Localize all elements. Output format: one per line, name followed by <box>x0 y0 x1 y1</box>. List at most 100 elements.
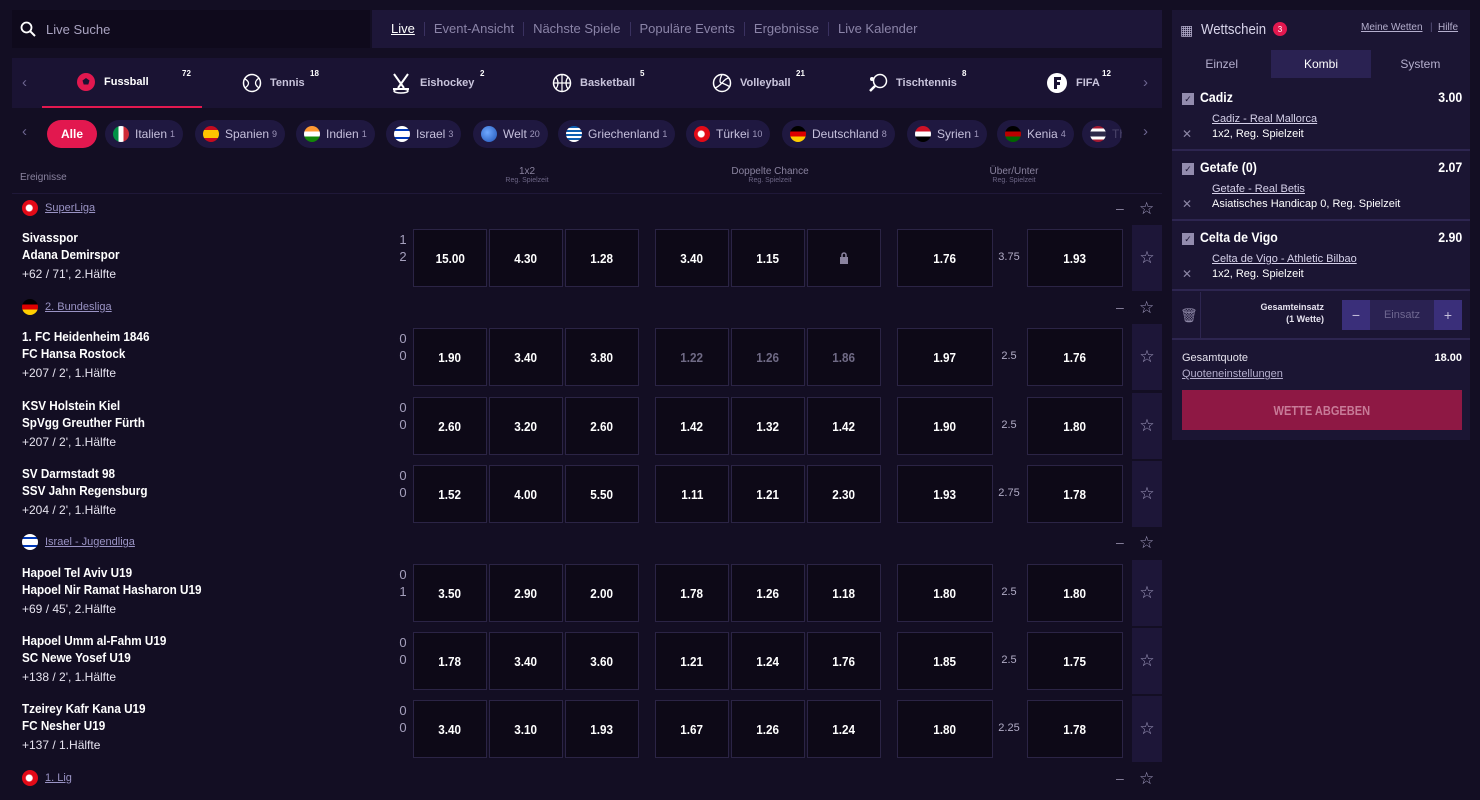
country-chip-italien[interactable]: Italien 1 <box>105 120 184 148</box>
nav-live[interactable]: Live <box>382 22 425 36</box>
event-row[interactable]: Tzeirey Kafr Kana U19 FC Nesher U19 +137 /… <box>12 700 1132 760</box>
country-chip-indien[interactable]: Indien 1 <box>296 120 375 148</box>
league-header[interactable]: 1. Lig – <box>12 763 1162 793</box>
tab-einzel[interactable]: Einzel <box>1172 50 1271 78</box>
country-chip-kenia[interactable]: Kenia 4 <box>997 120 1074 148</box>
odds-button[interactable]: 15.00 <box>413 229 487 287</box>
odds-button[interactable]: 1.15 <box>731 229 805 287</box>
odds-button[interactable]: 1.26 <box>731 564 805 622</box>
odds-button[interactable]: 1.93 <box>897 465 993 523</box>
odds-button[interactable]: 1.90 <box>897 397 993 455</box>
tab-kombi[interactable]: Kombi <box>1271 50 1371 78</box>
match-link[interactable]: Cadiz - Real Mallorca <box>1212 113 1317 125</box>
country-chip-tuerkei[interactable]: Türkei 10 <box>686 120 771 148</box>
stake-input[interactable]: Einsatz <box>1370 300 1434 330</box>
odds-button[interactable]: 1.76 <box>1027 328 1123 386</box>
odds-button[interactable]: 1.93 <box>565 700 639 758</box>
clear-slip-icon[interactable]: 🗑 <box>1180 307 1198 324</box>
help-link[interactable]: Hilfe <box>1438 22 1458 33</box>
odds-button[interactable]: 1.18 <box>807 564 881 622</box>
checkbox-checked-icon[interactable]: ✓ <box>1182 163 1194 175</box>
odds-button[interactable]: 1.80 <box>897 700 993 758</box>
odds-button[interactable]: 1.76 <box>897 229 993 287</box>
country-chip-syrien[interactable]: Syrien 1 <box>907 120 988 148</box>
odds-button[interactable]: 3.80 <box>565 328 639 386</box>
odds-button[interactable]: 4.00 <box>489 465 563 523</box>
event-row[interactable]: SV Darmstadt 98 SSV Jahn Regensburg +204 /… <box>12 465 1132 525</box>
odds-button[interactable]: 1.42 <box>807 397 881 455</box>
match-link[interactable]: Celta de Vigo - Athletic Bilbao <box>1212 253 1357 265</box>
odds-button[interactable]: 3.40 <box>655 229 729 287</box>
odds-button[interactable]: 3.40 <box>489 328 563 386</box>
odds-button[interactable]: 1.80 <box>1027 564 1123 622</box>
league-link[interactable]: Israel - Jugendliga <box>45 536 135 548</box>
collapse-icon[interactable]: – <box>1116 200 1124 216</box>
sport-tab-tennis[interactable]: Tennis 18 <box>242 58 362 108</box>
favorite-star-icon[interactable]: ☆ <box>1132 560 1162 626</box>
odds-button[interactable]: 1.93 <box>1027 229 1123 287</box>
sport-tab-volleyball[interactable]: Volleyball 21 <box>712 58 832 108</box>
favorite-star-icon[interactable]: ☆ <box>1132 461 1162 527</box>
odds-button[interactable]: 1.42 <box>655 397 729 455</box>
stake-decrease-button[interactable]: − <box>1342 300 1370 330</box>
favorite-star-icon[interactable]: ☆ <box>1132 324 1162 390</box>
nav-event-view[interactable]: Event-Ansicht <box>425 22 525 36</box>
country-chip-spanien[interactable]: Spanien 9 <box>195 120 286 148</box>
odds-button[interactable]: 1.75 <box>1027 632 1123 690</box>
odds-button[interactable]: 1.78 <box>655 564 729 622</box>
odds-button[interactable]: 2.60 <box>413 397 487 455</box>
odds-button[interactable]: 1.76 <box>807 632 881 690</box>
favorite-star-icon[interactable]: ☆ <box>1132 393 1162 459</box>
country-chip-alle[interactable]: Alle <box>47 120 98 148</box>
close-icon[interactable]: ✕ <box>1182 267 1192 281</box>
country-chip-welt[interactable]: Welt 20 <box>473 120 548 148</box>
odds-settings-link[interactable]: Quoteneinstellungen <box>1182 368 1283 380</box>
odds-button[interactable]: 2.90 <box>489 564 563 622</box>
odds-button[interactable]: 1.85 <box>897 632 993 690</box>
odds-button[interactable]: 1.26 <box>731 328 805 386</box>
odds-button[interactable]: 1.90 <box>413 328 487 386</box>
league-link[interactable]: 1. Lig <box>45 772 72 784</box>
nav-next-games[interactable]: Nächste Spiele <box>524 22 631 36</box>
nav-live-calendar[interactable]: Live Kalender <box>829 22 927 36</box>
favorite-star-icon[interactable]: ☆ <box>1139 298 1154 318</box>
league-header[interactable]: 2. Bundesliga – <box>12 292 1162 322</box>
league-header[interactable]: Israel - Jugendliga – <box>12 527 1162 557</box>
my-bets-link[interactable]: Meine Wetten <box>1361 22 1423 33</box>
favorite-star-icon[interactable]: ☆ <box>1132 225 1162 291</box>
tab-system[interactable]: System <box>1371 50 1470 78</box>
event-row[interactable]: Hapoel Umm al-Fahm U19 SC Newe Yosef U19 +… <box>12 632 1132 692</box>
sport-tab-fussball[interactable]: Fussball 72 <box>42 58 202 108</box>
odds-button[interactable]: 1.78 <box>1027 465 1123 523</box>
odds-button[interactable]: 1.97 <box>897 328 993 386</box>
collapse-icon[interactable]: – <box>1116 299 1124 315</box>
collapse-icon[interactable]: – <box>1116 534 1124 550</box>
place-bet-button[interactable]: WETTE ABGEBEN <box>1182 390 1462 430</box>
event-row[interactable]: 1. FC Heidenheim 1846 FC Hansa Rostock +20… <box>12 328 1132 388</box>
chevron-left-icon[interactable]: ‹ <box>22 123 27 140</box>
sport-tab-basketball[interactable]: Basketball 5 <box>552 58 672 108</box>
odds-button[interactable]: 3.20 <box>489 397 563 455</box>
odds-button[interactable]: 1.52 <box>413 465 487 523</box>
odds-button[interactable]: 2.30 <box>807 465 881 523</box>
close-icon[interactable]: ✕ <box>1182 197 1192 211</box>
odds-button[interactable]: 5.50 <box>565 465 639 523</box>
odds-button[interactable]: 1.80 <box>897 564 993 622</box>
odds-button[interactable]: 2.00 <box>565 564 639 622</box>
odds-button[interactable]: 1.26 <box>731 700 805 758</box>
checkbox-checked-icon[interactable]: ✓ <box>1182 233 1194 245</box>
country-chip-israel[interactable]: Israel 3 <box>386 120 462 148</box>
odds-button[interactable]: 1.67 <box>655 700 729 758</box>
sport-tab-fifa[interactable]: FIFA 12 <box>1046 58 1126 108</box>
league-header[interactable]: SuperLiga – <box>12 193 1162 223</box>
odds-button[interactable]: 1.78 <box>1027 700 1123 758</box>
odds-button[interactable]: 1.24 <box>731 632 805 690</box>
odds-button[interactable]: 3.10 <box>489 700 563 758</box>
odds-button[interactable]: 3.40 <box>489 632 563 690</box>
nav-popular-events[interactable]: Populäre Events <box>631 22 745 36</box>
favorite-star-icon[interactable]: ☆ <box>1139 769 1154 789</box>
favorite-star-icon[interactable]: ☆ <box>1139 199 1154 219</box>
country-chip-deutschland[interactable]: Deutschland 8 <box>782 120 895 148</box>
odds-button[interactable]: 2.60 <box>565 397 639 455</box>
odds-button[interactable]: 3.50 <box>413 564 487 622</box>
